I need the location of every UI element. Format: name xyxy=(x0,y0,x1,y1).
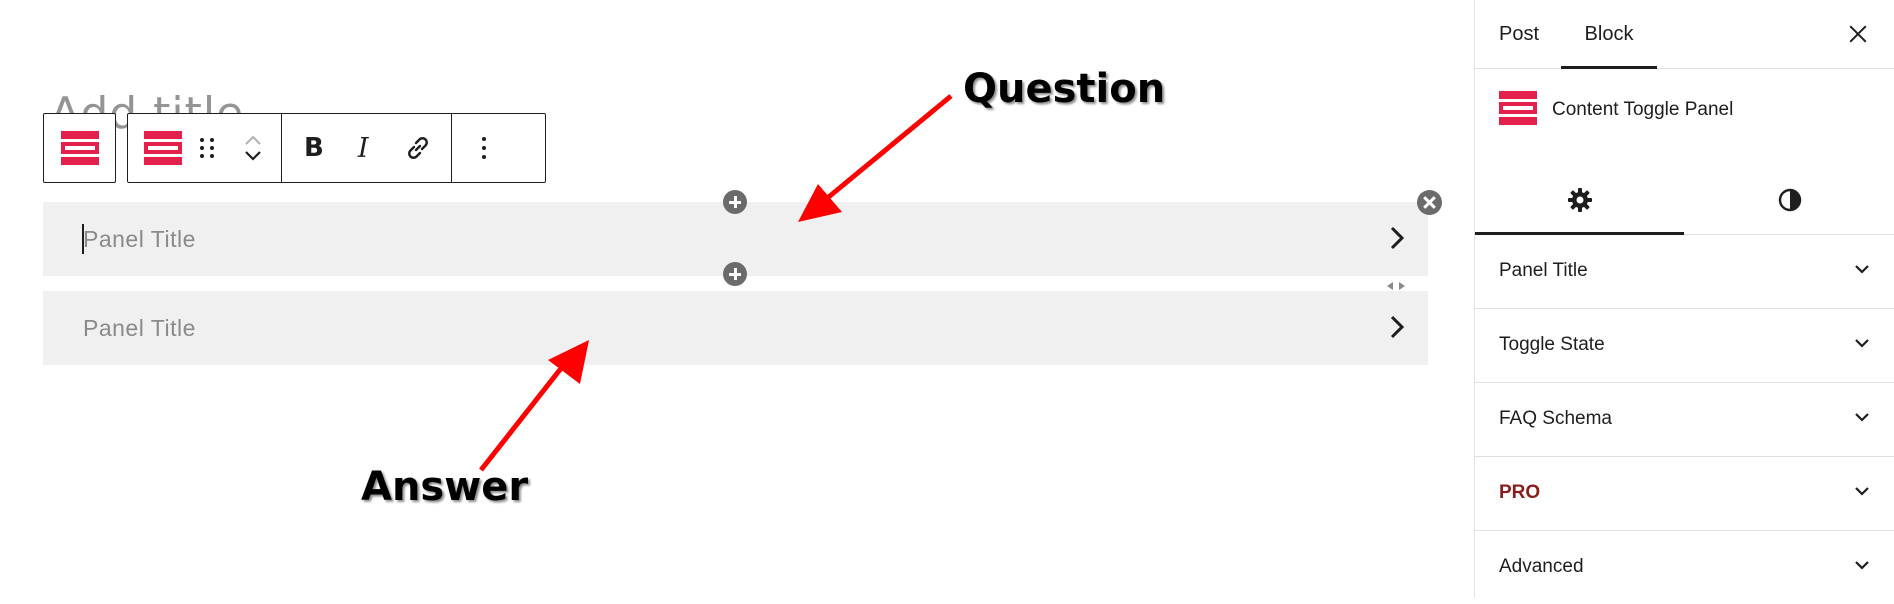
more-vertical-icon xyxy=(481,137,486,159)
chevron-down-icon xyxy=(1855,413,1869,422)
select-parent-block-button[interactable] xyxy=(43,113,116,183)
section-label-pro: PRO xyxy=(1499,482,1541,503)
remove-panel-icon[interactable] xyxy=(1417,190,1442,215)
settings-sidebar: Post Block Content Toggle Panel Panel Ti… xyxy=(1474,0,1894,597)
block-toolbar: B I xyxy=(127,113,546,183)
section-pro[interactable]: PRO xyxy=(1475,457,1894,531)
add-block-after-icon[interactable] xyxy=(723,262,747,286)
block-toolbar-group-format: B I xyxy=(282,114,452,182)
section-panel-title[interactable]: Panel Title xyxy=(1475,235,1894,309)
block-card-title: Content Toggle Panel xyxy=(1552,99,1734,120)
block-options-button[interactable] xyxy=(481,114,486,182)
sidebar-tabs: Post Block xyxy=(1475,0,1894,69)
content-toggle-panel-icon xyxy=(1499,91,1537,125)
tab-post[interactable]: Post xyxy=(1499,0,1539,68)
panel-title-placeholder[interactable]: Panel Title xyxy=(83,315,196,342)
inspector-sections: Panel Title Toggle State FAQ Schema PRO … xyxy=(1475,235,1894,604)
close-icon[interactable] xyxy=(1844,20,1872,48)
bold-button[interactable]: B xyxy=(304,114,324,182)
section-label: Advanced xyxy=(1499,556,1584,577)
block-toolbar-group-options xyxy=(452,114,520,182)
section-label: FAQ Schema xyxy=(1499,408,1612,429)
block-mover xyxy=(233,135,273,161)
chevron-down-icon xyxy=(1855,487,1869,496)
tab-block[interactable]: Block xyxy=(1561,0,1657,69)
chevron-right-icon[interactable] xyxy=(1388,313,1406,341)
drag-handle-icon xyxy=(200,138,215,158)
chevron-down-icon xyxy=(1855,339,1869,348)
block-type-button[interactable] xyxy=(144,114,182,182)
chevron-down-icon xyxy=(1855,561,1869,570)
editor-canvas: Add title B I xyxy=(0,0,1474,597)
answer-annotation: Answer xyxy=(361,464,529,510)
section-advanced[interactable]: Advanced xyxy=(1475,531,1894,604)
italic-button[interactable]: I xyxy=(358,114,369,182)
gear-icon xyxy=(1567,188,1592,212)
question-annotation: Question xyxy=(963,66,1166,112)
content-toggle-block-icon xyxy=(60,131,99,165)
section-faq-schema[interactable]: FAQ Schema xyxy=(1475,383,1894,457)
chevron-right-icon[interactable] xyxy=(1388,224,1406,252)
chevron-down-icon[interactable] xyxy=(244,151,262,161)
block-toolbar-group-block xyxy=(128,114,282,182)
section-toggle-state[interactable]: Toggle State xyxy=(1475,309,1894,383)
toggle-panel-2[interactable]: Panel Title xyxy=(43,291,1428,365)
tab-styles[interactable] xyxy=(1685,166,1894,234)
link-icon xyxy=(407,137,428,159)
half-circle-contrast-icon xyxy=(1778,188,1801,212)
link-button[interactable] xyxy=(403,114,433,182)
section-label: Toggle State xyxy=(1499,334,1605,355)
chevron-up-icon[interactable] xyxy=(244,135,262,145)
panel-title-placeholder[interactable]: Panel Title xyxy=(83,226,196,253)
add-block-before-icon[interactable] xyxy=(723,190,747,214)
drag-handle[interactable] xyxy=(200,114,215,182)
chevron-down-icon xyxy=(1855,265,1869,274)
block-inspector-tabs xyxy=(1475,166,1894,235)
section-label: Panel Title xyxy=(1499,260,1588,281)
resize-handle-icon[interactable] xyxy=(1385,281,1407,291)
tab-settings[interactable] xyxy=(1475,166,1684,235)
block-card: Content Toggle Panel xyxy=(1475,69,1894,159)
content-toggle-panel-icon xyxy=(144,131,182,165)
